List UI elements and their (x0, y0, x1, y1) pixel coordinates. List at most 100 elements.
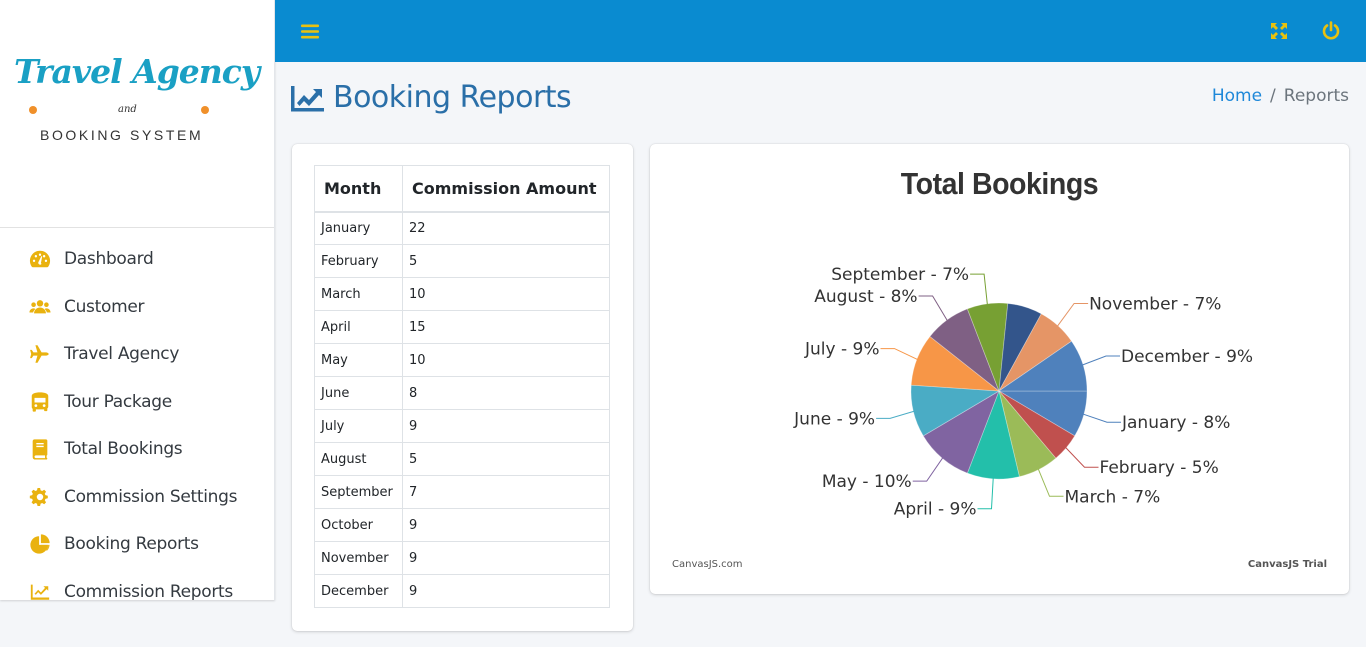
logo-connector: and (118, 104, 137, 115)
pie-label-august: August - 8% (814, 287, 917, 307)
table-header-row: Month Commission Amount (314, 165, 610, 213)
sidebar-item-booking-reports[interactable]: Booking Reports (28, 529, 199, 559)
page-title-text: Booking Reports (333, 80, 572, 115)
sidebar-toggle-button[interactable] (297, 18, 323, 44)
pie-leader-line (1081, 413, 1121, 423)
pie-label-march: March - 7% (1065, 487, 1161, 507)
table-row: December 9 (314, 574, 610, 608)
amount-cell: 9 (402, 541, 610, 575)
amount-cell: 5 (402, 244, 610, 278)
sidebar-item-label: Commission Settings (64, 487, 238, 507)
bus-icon (28, 390, 52, 414)
page-title: Booking Reports (291, 80, 572, 115)
pie-label-january: January - 8% (1121, 413, 1230, 433)
sidebar-item-customer[interactable]: Customer (28, 292, 144, 322)
book-icon (28, 437, 52, 461)
sidebar-item-travel-agency[interactable]: Travel Agency (28, 339, 179, 369)
users-icon (28, 295, 52, 319)
amount-cell: 7 (402, 475, 610, 509)
amount-cell: 9 (402, 409, 610, 443)
amount-cell: 10 (402, 277, 610, 311)
table-row: September 7 (314, 475, 610, 509)
table-row: June 8 (314, 376, 610, 410)
pie-chart: January - 8% February - 5% March - 7% April… (793, 265, 1253, 520)
table-row: March 10 (314, 277, 610, 311)
column-header-month: Month (314, 165, 403, 213)
sidebar-item-label: Total Bookings (64, 439, 183, 459)
sidebar-item-label: Customer (64, 297, 145, 317)
pie-leader-line (1056, 303, 1089, 328)
table-row: May 10 (314, 343, 610, 377)
month-cell: September (314, 475, 403, 509)
month-cell: July (314, 409, 403, 443)
amount-cell: 9 (402, 574, 610, 608)
pie-label-june: June - 9% (793, 409, 875, 429)
month-cell: October (314, 508, 403, 542)
sidebar: Travel Agency and BOOKING SYSTEM Dashboa… (0, 0, 275, 600)
pie-leader-line (912, 456, 944, 482)
pie-label-september: September - 7% (831, 265, 969, 285)
canvasjs-credit-link[interactable]: CanvasJS.com (672, 559, 743, 570)
fullscreen-button[interactable] (1266, 18, 1292, 44)
table-row: October 9 (314, 508, 610, 542)
sidebar-item-commission-settings[interactable]: Commission Settings (28, 482, 237, 512)
sidebar-item-label: Travel Agency (64, 344, 180, 364)
sidebar-item-tour-package[interactable]: Tour Package (28, 387, 172, 417)
sidebar-divider (0, 227, 274, 228)
logout-button[interactable] (1318, 18, 1344, 44)
month-cell: February (314, 244, 403, 278)
power-icon (1322, 21, 1340, 40)
sidebar-item-total-bookings[interactable]: Total Bookings (28, 434, 183, 464)
month-cell: November (314, 541, 403, 575)
sidebar-item-label: Dashboard (64, 249, 154, 269)
amount-cell: 15 (402, 310, 610, 344)
month-cell: June (314, 376, 403, 410)
commission-table: Month Commission Amount January 22 Februa… (314, 165, 610, 608)
month-cell: May (314, 343, 403, 377)
column-header-commission-amount: Commission Amount (402, 165, 610, 213)
sidebar-item-label: Commission Reports (64, 582, 233, 600)
breadcrumb-home-link[interactable]: Home (1212, 86, 1262, 106)
total-bookings-chart-card: Total Bookings January - 8% February - 5%… (650, 144, 1349, 594)
sidebar-item-dashboard[interactable]: Dashboard (28, 244, 154, 274)
app-logo[interactable]: Travel Agency and BOOKING SYSTEM (10, 52, 260, 152)
sidebar-item-label: Booking Reports (64, 534, 199, 554)
amount-cell: 5 (402, 442, 610, 476)
month-cell: December (314, 574, 403, 608)
gear-icon (28, 485, 52, 509)
pie-leader-line (876, 410, 916, 419)
sidebar-item-label: Tour Package (64, 392, 172, 412)
sidebar-item-commission-reports[interactable]: Commission Reports (28, 577, 233, 600)
pie-leader-line (1080, 355, 1120, 366)
table-row: August 5 (314, 442, 610, 476)
table-row: February 5 (314, 244, 610, 278)
plane-icon (28, 342, 52, 366)
logo-subtitle: BOOKING SYSTEM (40, 127, 204, 143)
pie-label-may: May - 10% (822, 472, 912, 492)
logo-title: Travel Agency (14, 52, 260, 91)
dashboard-gauge-icon (28, 247, 52, 271)
amount-cell: 8 (402, 376, 610, 410)
pie-label-december: December - 9% (1121, 347, 1253, 367)
pie-slices (910, 302, 1088, 480)
amount-cell: 9 (402, 508, 610, 542)
month-cell: August (314, 442, 403, 476)
pie-leader-line (880, 348, 919, 361)
table-row: November 9 (314, 541, 610, 575)
pie-leader-line (977, 476, 994, 510)
logo-dot (29, 106, 37, 114)
expand-arrows-icon (1271, 23, 1287, 39)
line-chart-icon (291, 85, 324, 111)
pie-label-february: February - 5% (1100, 458, 1219, 478)
table-row: April 15 (314, 310, 610, 344)
month-cell: March (314, 277, 403, 311)
canvasjs-trial-text: CanvasJS Trial (1247, 559, 1327, 570)
pie-label-november: November - 7% (1089, 295, 1221, 315)
breadcrumb: Home / Reports (1212, 86, 1349, 106)
amount-cell: 22 (402, 211, 610, 245)
pie-label-july: July - 9% (804, 340, 879, 360)
month-cell: April (314, 310, 403, 344)
pie-label-april: April - 9% (894, 500, 977, 520)
pie-leader-line (1037, 467, 1064, 497)
breadcrumb-separator: / (1270, 86, 1276, 106)
